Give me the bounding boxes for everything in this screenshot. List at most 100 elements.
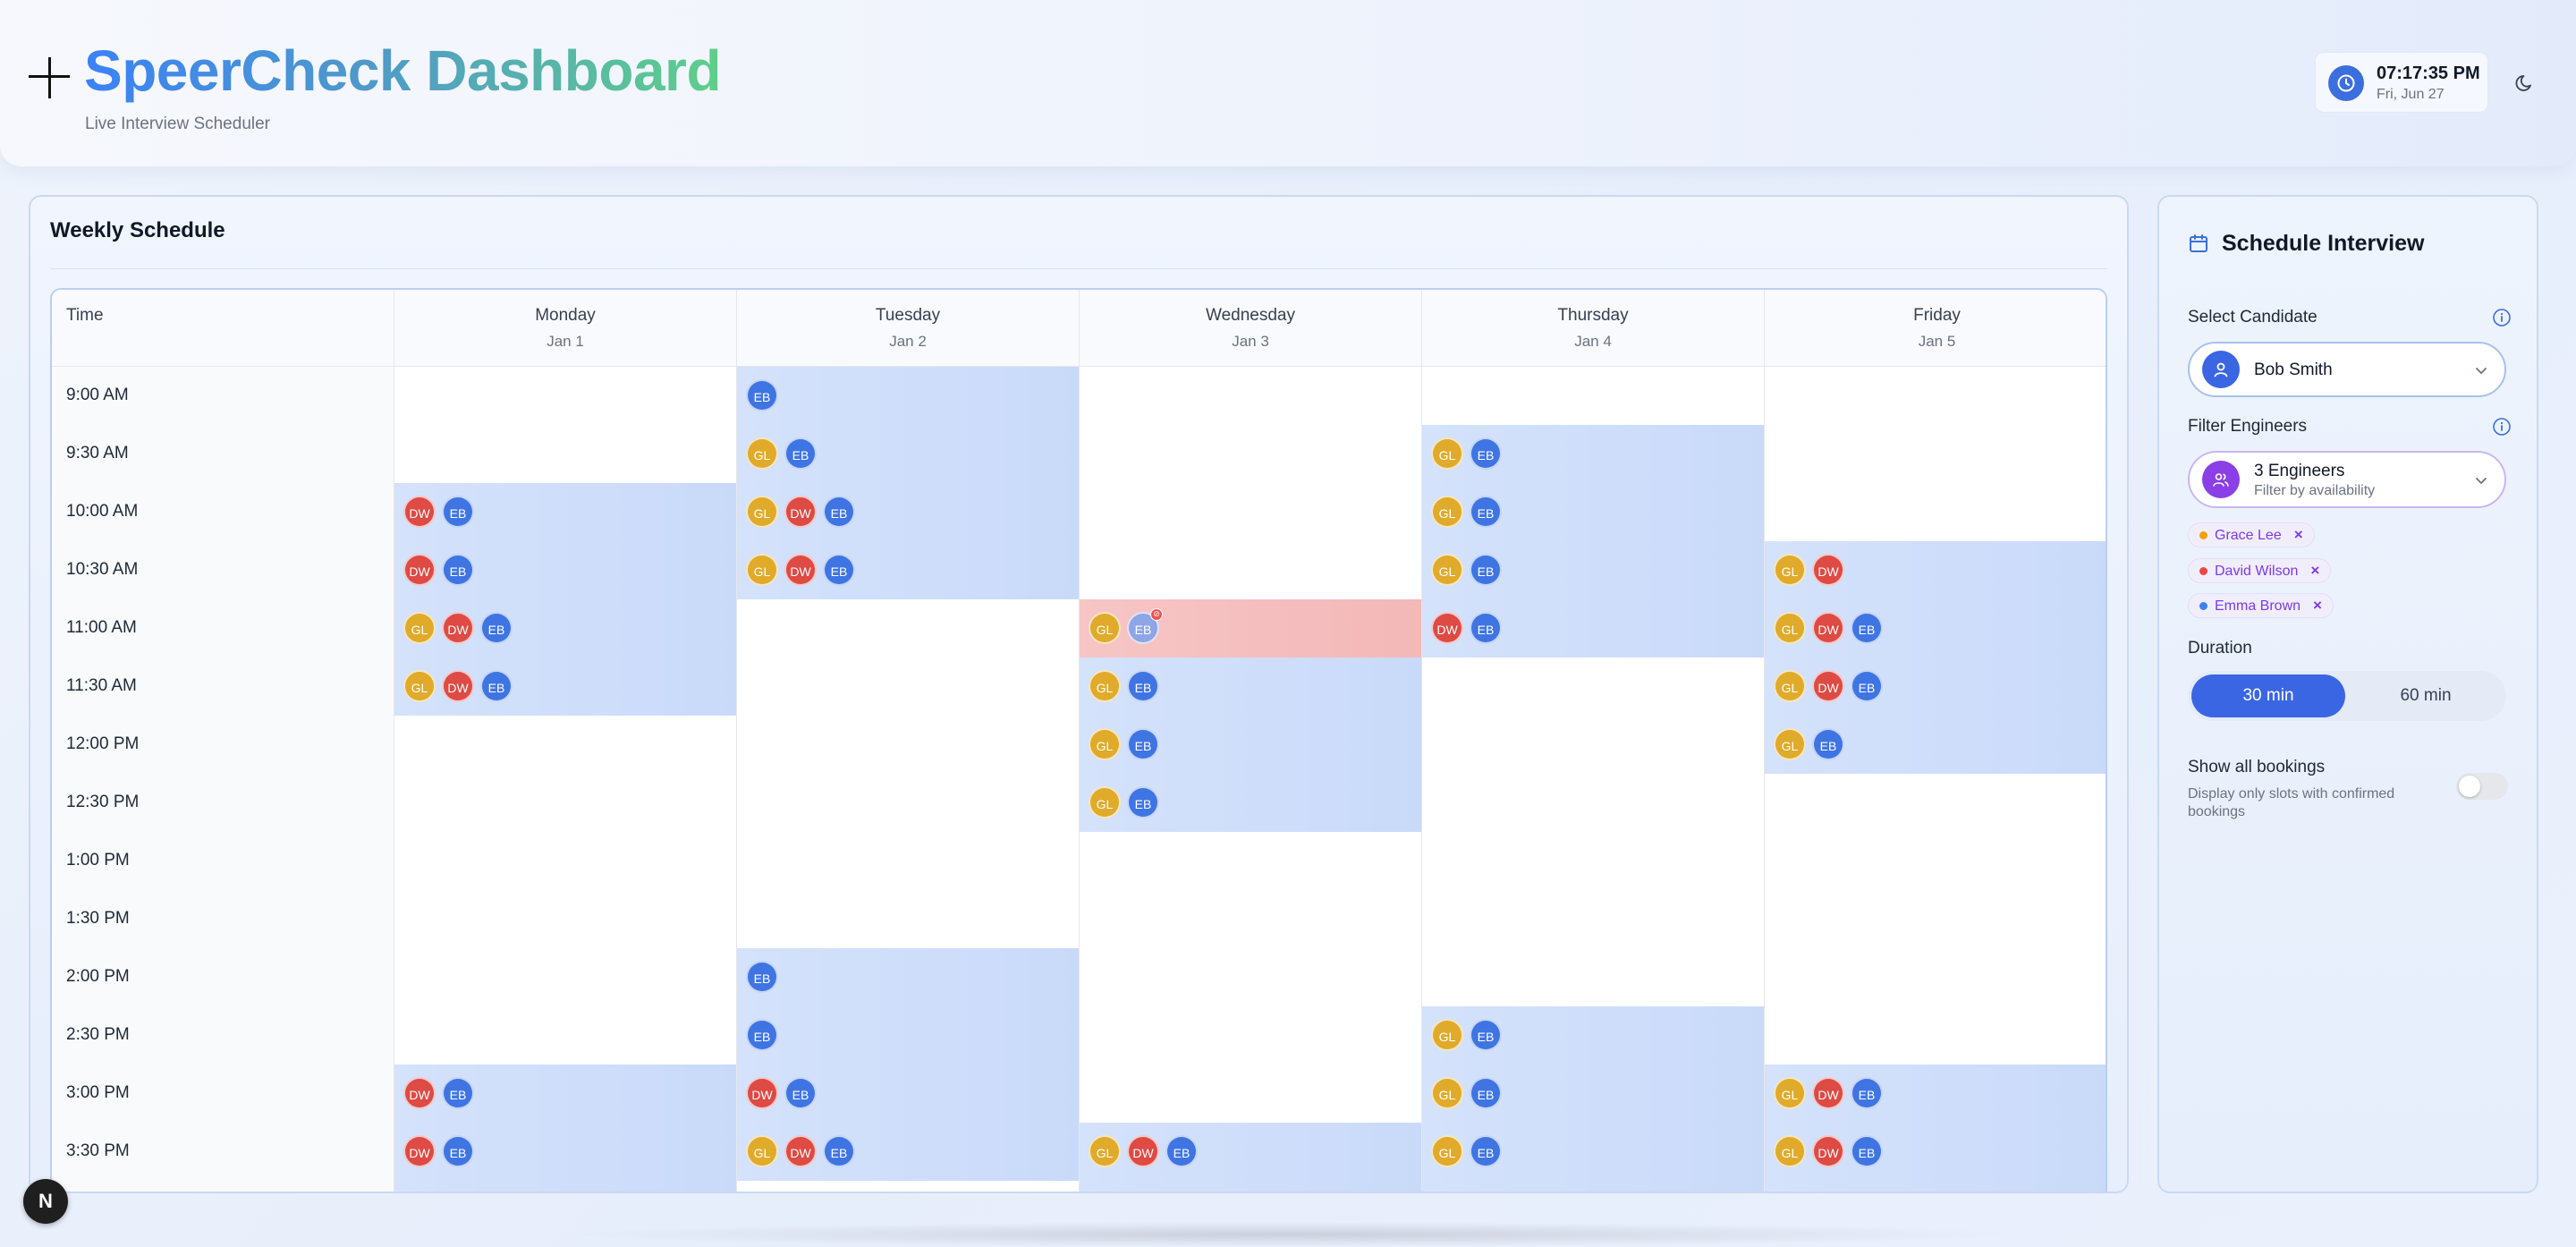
available-slot-cell[interactable]: GL DW xyxy=(1765,541,2106,599)
remove-tag-icon[interactable]: × xyxy=(2294,523,2303,547)
available-slot-cell[interactable]: GLEB xyxy=(737,425,1080,483)
available-slot-cell[interactable]: EB xyxy=(737,948,1080,1006)
dark-mode-toggle-moon-icon[interactable] xyxy=(2513,70,2538,95)
empty-slot-cell[interactable] xyxy=(1080,890,1422,948)
available-slot-cell[interactable]: GLDWEB xyxy=(1765,1065,2106,1123)
empty-slot-cell[interactable] xyxy=(394,948,737,1006)
empty-slot-cell[interactable] xyxy=(737,1181,1080,1192)
available-slot-cell[interactable]: DWEB xyxy=(394,483,737,541)
available-slot-cell[interactable]: EB xyxy=(737,367,1080,425)
empty-slot-cell[interactable] xyxy=(1422,657,1765,716)
avatar: DW xyxy=(1812,612,1844,644)
empty-slot-cell[interactable] xyxy=(1422,774,1765,832)
next-dev-indicator-badge[interactable]: N xyxy=(23,1179,68,1224)
empty-slot-cell[interactable] xyxy=(1422,832,1765,890)
available-slot-cell[interactable]: GLDWEB xyxy=(394,599,737,657)
avatar: EB xyxy=(1470,496,1502,528)
avatar-initials: GL xyxy=(1781,681,1799,695)
available-slot-cell[interactable]: GLDWEB xyxy=(1765,1123,2106,1181)
duration-60-button[interactable]: 60 min xyxy=(2349,674,2503,717)
empty-slot-cell[interactable] xyxy=(394,774,737,832)
empty-slot-cell[interactable] xyxy=(1765,425,2106,483)
empty-slot-cell[interactable] xyxy=(1765,483,2106,541)
available-slot-cell[interactable]: EB xyxy=(737,1006,1080,1065)
available-slot-cell[interactable]: GLEB xyxy=(1422,1006,1765,1065)
empty-slot-cell[interactable] xyxy=(1080,483,1422,541)
schedule-grid[interactable]: Time Monday Jan 1 Tuesday Jan 2 Wednesda… xyxy=(50,288,2107,1192)
available-slot-cell[interactable]: GLDWEB xyxy=(1765,657,2106,716)
empty-slot-cell[interactable] xyxy=(1080,1006,1422,1065)
empty-slot-cell[interactable] xyxy=(737,832,1080,890)
available-slot-cell[interactable]: GLEB xyxy=(1422,483,1765,541)
empty-slot-cell[interactable] xyxy=(1422,890,1765,948)
avatar: GL xyxy=(1431,554,1463,586)
empty-slot-cell[interactable] xyxy=(1080,948,1422,1006)
empty-slot-cell[interactable] xyxy=(1765,890,2106,948)
empty-slot-cell[interactable] xyxy=(394,425,737,483)
available-slot-cell[interactable]: DWEB xyxy=(394,1065,737,1123)
available-slot-cell[interactable]: GLDWEB xyxy=(1765,599,2106,657)
info-icon[interactable] xyxy=(2492,417,2512,437)
avatar: GL xyxy=(746,437,778,470)
empty-slot-cell[interactable] xyxy=(1422,367,1765,425)
available-slot-cell[interactable]: GLDWEB xyxy=(1080,1123,1422,1181)
empty-slot-cell[interactable] xyxy=(737,657,1080,716)
candidate-select[interactable]: Bob Smith xyxy=(2188,342,2506,397)
available-slot-cell[interactable]: GLEB xyxy=(1422,1065,1765,1123)
day-date: Jan 3 xyxy=(1232,333,1269,350)
empty-slot-cell[interactable] xyxy=(1765,367,2106,425)
empty-slot-cell[interactable] xyxy=(737,774,1080,832)
info-icon[interactable] xyxy=(2492,308,2512,327)
available-slot-cell[interactable]: GLEB xyxy=(1080,657,1422,716)
empty-slot-cell[interactable] xyxy=(394,832,737,890)
empty-slot-cell[interactable] xyxy=(1765,948,2106,1006)
empty-slot-cell[interactable] xyxy=(1765,832,2106,890)
empty-slot-cell[interactable] xyxy=(1765,774,2106,832)
available-slot-cell[interactable]: DWEB xyxy=(1422,1181,1765,1192)
empty-slot-cell[interactable] xyxy=(1080,541,1422,599)
available-slot-cell[interactable]: GLEB xyxy=(1080,1181,1422,1192)
empty-slot-cell[interactable] xyxy=(1080,367,1422,425)
available-slot-cell[interactable]: DWEB xyxy=(737,1065,1080,1123)
time-cell: 11:00 AM xyxy=(52,599,394,657)
empty-slot-cell[interactable] xyxy=(737,890,1080,948)
empty-slot-cell[interactable] xyxy=(394,716,737,774)
filter-engineers-label: Filter Engineers xyxy=(2188,417,2308,436)
empty-slot-cell[interactable] xyxy=(737,716,1080,774)
show-all-bookings-toggle[interactable] xyxy=(2456,773,2508,800)
available-slot-cell[interactable]: GLDWEB xyxy=(737,541,1080,599)
engineers-select[interactable]: 3 Engineers Filter by availability xyxy=(2188,451,2506,508)
avatar: DW xyxy=(403,1077,436,1109)
available-slot-cell[interactable]: DWEB xyxy=(394,541,737,599)
empty-slot-cell[interactable] xyxy=(1080,832,1422,890)
time-slot-row: 2:30 PM EB GL EB xyxy=(52,1006,2106,1065)
empty-slot-cell[interactable] xyxy=(737,599,1080,657)
available-slot-cell[interactable]: GLDWEB xyxy=(737,483,1080,541)
empty-slot-cell[interactable] xyxy=(1422,948,1765,1006)
available-slot-cell[interactable]: GLEB xyxy=(1422,1123,1765,1181)
remove-tag-icon[interactable]: × xyxy=(2310,559,2319,582)
available-slot-cell[interactable]: DWEB xyxy=(394,1123,737,1181)
empty-slot-cell[interactable] xyxy=(1765,1006,2106,1065)
available-slot-cell[interactable]: GLEB xyxy=(1080,774,1422,832)
empty-slot-cell[interactable] xyxy=(1080,425,1422,483)
available-slot-cell[interactable]: GLDWEB xyxy=(394,657,737,716)
empty-slot-cell[interactable] xyxy=(394,367,737,425)
available-slot-cell[interactable]: DWEB xyxy=(1422,599,1765,657)
empty-slot-cell[interactable] xyxy=(394,890,737,948)
duration-30-button[interactable]: 30 min xyxy=(2191,674,2345,717)
empty-slot-cell[interactable] xyxy=(1080,1065,1422,1123)
remove-tag-icon[interactable]: × xyxy=(2313,594,2322,617)
available-slot-cell[interactable]: GLEB xyxy=(1422,541,1765,599)
empty-slot-cell[interactable] xyxy=(394,1006,737,1065)
avatar-initials: EB xyxy=(449,1146,467,1160)
engineer-avatars: GL EB xyxy=(1774,728,1844,760)
available-slot-cell[interactable]: GLDWEB xyxy=(1765,1181,2106,1192)
available-slot-cell[interactable]: GLEB xyxy=(1422,425,1765,483)
available-slot-cell[interactable]: GLEB xyxy=(1080,716,1422,774)
available-slot-cell[interactable]: GLEB xyxy=(1765,716,2106,774)
conflict-slot-cell[interactable]: GL EB ⊘ xyxy=(1080,599,1422,657)
available-slot-cell[interactable]: GLDWEB xyxy=(737,1123,1080,1181)
empty-slot-cell[interactable] xyxy=(1422,716,1765,774)
available-slot-cell[interactable]: GLDWEB xyxy=(394,1181,737,1192)
